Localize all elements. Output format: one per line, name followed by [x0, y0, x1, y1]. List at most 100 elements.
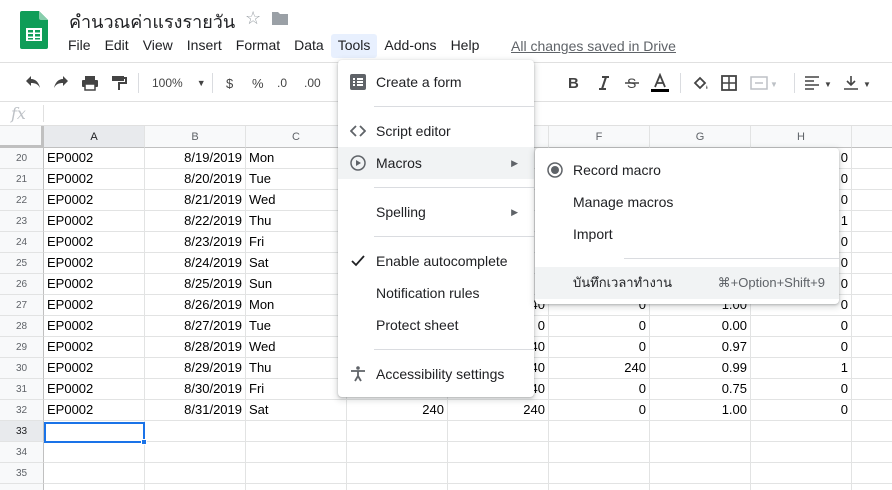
row-header[interactable]: 20	[0, 148, 44, 169]
row-header[interactable]: 34	[0, 442, 44, 463]
column-header-i[interactable]	[852, 126, 892, 148]
menu-help[interactable]: Help	[444, 34, 487, 58]
italic-icon[interactable]	[597, 73, 611, 93]
cell-d[interactable]	[347, 421, 448, 442]
cell-i[interactable]	[852, 484, 892, 490]
row-header[interactable]: 23	[0, 211, 44, 232]
cell-i[interactable]	[852, 379, 892, 400]
cell-i[interactable]	[852, 463, 892, 484]
cell-c[interactable]: Sat	[246, 253, 347, 274]
cell-h[interactable]: 0	[751, 400, 852, 421]
star-icon[interactable]: ☆	[245, 8, 261, 29]
row-header[interactable]: 28	[0, 316, 44, 337]
column-header-f[interactable]: F	[549, 126, 650, 148]
cell-a[interactable]: EP0002	[44, 316, 145, 337]
menu-create-form[interactable]: Create a form	[338, 66, 534, 98]
print-icon[interactable]	[81, 73, 99, 93]
cell-h[interactable]: 0	[751, 316, 852, 337]
borders-icon[interactable]	[721, 73, 737, 93]
cell-a[interactable]: EP0002	[44, 253, 145, 274]
row-header[interactable]: 33	[0, 421, 44, 442]
cell-g[interactable]	[650, 421, 751, 442]
cell-b[interactable]	[145, 442, 246, 463]
cell-g[interactable]: 0.00	[650, 316, 751, 337]
cell-a[interactable]	[44, 463, 145, 484]
menu-spelling[interactable]: Spelling ▶	[338, 196, 534, 228]
cell-b[interactable]: 8/26/2019	[145, 295, 246, 316]
cell-e[interactable]	[448, 421, 549, 442]
cell-f[interactable]: 240	[549, 358, 650, 379]
column-header-c[interactable]: C	[246, 126, 347, 148]
cell-a[interactable]: EP0002	[44, 148, 145, 169]
decrease-decimal-button[interactable]: .0	[277, 73, 287, 93]
cell-c[interactable]: Tue	[246, 169, 347, 190]
cell-f[interactable]	[549, 421, 650, 442]
cell-g[interactable]: 1.00	[650, 400, 751, 421]
menu-protect-sheet[interactable]: Protect sheet	[338, 309, 534, 341]
merge-cells-icon[interactable]: ▼	[750, 73, 776, 93]
menu-notification-rules[interactable]: Notification rules	[338, 277, 534, 309]
cell-a[interactable]: EP0002	[44, 232, 145, 253]
cell-e[interactable]: 240	[448, 400, 549, 421]
cell-e[interactable]	[448, 484, 549, 490]
cell-b[interactable]: 8/31/2019	[145, 400, 246, 421]
cell-a[interactable]: EP0002	[44, 274, 145, 295]
menu-format[interactable]: Format	[229, 34, 287, 58]
cell-f[interactable]	[549, 463, 650, 484]
cell-g[interactable]: 0.99	[650, 358, 751, 379]
cell-a[interactable]	[44, 442, 145, 463]
row-header[interactable]: 26	[0, 274, 44, 295]
cell-b[interactable]	[145, 484, 246, 490]
cell-a[interactable]: EP0002	[44, 337, 145, 358]
menu-record-macro[interactable]: Record macro	[535, 154, 839, 186]
cell-c[interactable]	[246, 421, 347, 442]
cell-a[interactable]: EP0002	[44, 211, 145, 232]
row-header[interactable]: 27	[0, 295, 44, 316]
horizontal-align-icon[interactable]: ▼	[804, 73, 832, 93]
increase-decimal-button[interactable]: .00	[304, 73, 321, 93]
menu-view[interactable]: View	[136, 34, 180, 58]
cell-i[interactable]	[852, 169, 892, 190]
cell-i[interactable]	[852, 190, 892, 211]
menu-enable-autocomplete[interactable]: Enable autocomplete	[338, 245, 534, 277]
cell-b[interactable]: 8/28/2019	[145, 337, 246, 358]
percent-format-button[interactable]: %	[252, 73, 264, 93]
cell-g[interactable]	[650, 484, 751, 490]
cell-b[interactable]: 8/19/2019	[145, 148, 246, 169]
cell-a[interactable]: EP0002	[44, 295, 145, 316]
save-status-link[interactable]: All changes saved in Drive	[511, 38, 676, 54]
select-all-corner[interactable]	[0, 126, 44, 148]
cell-i[interactable]	[852, 253, 892, 274]
column-header-b[interactable]: B	[145, 126, 246, 148]
bold-button[interactable]: B	[568, 73, 579, 93]
cell-i[interactable]	[852, 442, 892, 463]
row-header[interactable]: 30	[0, 358, 44, 379]
cell-c[interactable]	[246, 484, 347, 490]
paint-format-icon[interactable]	[110, 73, 128, 93]
cell-c[interactable]: Fri	[246, 379, 347, 400]
cell-g[interactable]	[650, 442, 751, 463]
cell-c[interactable]: Mon	[246, 295, 347, 316]
cell-b[interactable]: 8/27/2019	[145, 316, 246, 337]
row-header[interactable]: 29	[0, 337, 44, 358]
cell-c[interactable]: Wed	[246, 337, 347, 358]
cell-c[interactable]	[246, 442, 347, 463]
menu-script-editor[interactable]: Script editor	[338, 115, 534, 147]
cell-h[interactable]	[751, 442, 852, 463]
cell-i[interactable]	[852, 232, 892, 253]
cell-e[interactable]	[448, 442, 549, 463]
row-header[interactable]: 31	[0, 379, 44, 400]
menu-file[interactable]: File	[61, 34, 98, 58]
cell-i[interactable]	[852, 295, 892, 316]
fill-handle[interactable]	[141, 439, 147, 445]
folder-icon[interactable]	[271, 11, 289, 26]
cell-i[interactable]	[852, 400, 892, 421]
cell-c[interactable]: Sat	[246, 400, 347, 421]
menu-manage-macros[interactable]: Manage macros	[535, 186, 839, 218]
cell-d[interactable]	[347, 484, 448, 490]
fill-color-icon[interactable]	[692, 73, 710, 93]
menu-tools[interactable]: Tools	[330, 34, 378, 58]
cell-f[interactable]: 0	[549, 400, 650, 421]
active-cell-selection[interactable]	[44, 422, 145, 443]
menu-macros[interactable]: Macros ▶	[338, 147, 534, 179]
